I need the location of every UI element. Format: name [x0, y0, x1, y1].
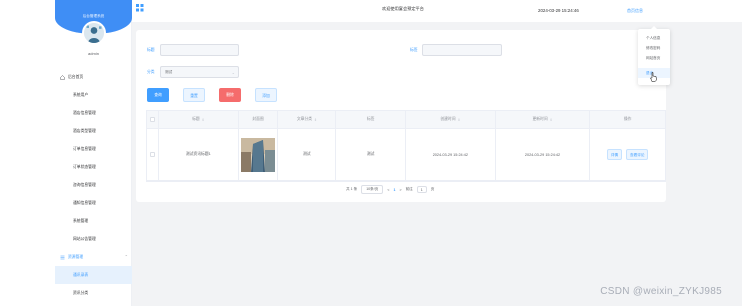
sort-icon[interactable]: ⇕	[458, 118, 461, 122]
page-size-select[interactable]: 10条/页	[361, 185, 384, 194]
row-select-cell	[147, 129, 159, 180]
tag-input[interactable]	[422, 44, 502, 56]
reset-button[interactable]: 重置	[183, 88, 205, 102]
sidebar-item-announcement[interactable]: 网站公告管理	[55, 230, 132, 248]
header-created[interactable]: 创建时间 ⇕	[406, 111, 496, 128]
pagination: 共 1 条 10条/页 < 1 > 前往 1 页	[346, 185, 434, 194]
category-value: 测试	[165, 70, 173, 74]
table-row: 测试资讯标题1 测试 测试 2024-03-29 15:24:42 2024-0…	[147, 129, 665, 181]
datetime: 2024-03-29 15:24:46	[538, 8, 579, 13]
sidebar-item-news-category[interactable]: 资讯分类	[55, 284, 132, 302]
header-updated[interactable]: 更新时间 ⇕	[496, 111, 591, 128]
sidebar-item-resources[interactable]: 资源管理 ⌃	[55, 248, 132, 266]
select-all-cell	[147, 111, 159, 128]
welcome-text: 欢迎使用宴会预定平台	[382, 6, 424, 11]
sidebar-item-label: 资源管理	[68, 255, 84, 259]
title-input[interactable]	[160, 44, 239, 56]
sidebar-item-label: 后台首页	[68, 75, 84, 79]
row-category: 测试	[278, 129, 337, 180]
add-button[interactable]: 添加	[255, 88, 277, 102]
header-tag: 标签	[336, 111, 406, 128]
prev-page-button[interactable]: <	[387, 188, 389, 192]
select-all-checkbox[interactable]	[149, 117, 155, 122]
sort-icon[interactable]: ⇕	[314, 118, 317, 122]
header-title[interactable]: 标题 ⇕	[159, 111, 239, 128]
sidebar-item-order-info[interactable]: 订单信息管理	[55, 140, 132, 158]
sidebar-item-system[interactable]: 系统管理	[55, 212, 132, 230]
row-title: 测试资讯标题1	[159, 129, 239, 180]
sidebar-menu: 后台首页 系统用户 酒店信息管理 酒店类型管理 订单信息管理 订单状态管理 咨询…	[55, 68, 132, 302]
header-actions: 操作	[623, 117, 632, 121]
query-button[interactable]: 查询	[147, 88, 169, 102]
row-cover	[239, 129, 279, 180]
dropdown-item-change-password[interactable]: 修改密码	[638, 43, 670, 53]
sidebar-item-notice[interactable]: 通知信息管理	[55, 194, 132, 212]
sidebar-item-system-users[interactable]: 系统用户	[55, 86, 132, 104]
sidebar-item-contacts[interactable]: 通讯录表	[55, 266, 132, 284]
sidebar: 后台管理系统 admin 后台首页 系统用户 酒店信息管理 酒店类型管理 订单信…	[55, 0, 132, 306]
list-icon	[60, 255, 65, 259]
sidebar-item-order-status[interactable]: 订单状态管理	[55, 158, 132, 176]
sort-icon[interactable]: ⇕	[550, 118, 553, 122]
dropdown-item-profile[interactable]: 个人信息	[638, 33, 670, 43]
hand-cursor-icon	[650, 72, 657, 82]
row-checkbox[interactable]	[149, 152, 155, 157]
next-page-button[interactable]: >	[399, 188, 401, 192]
row-updated: 2024-03-29 15:24:42	[496, 129, 591, 180]
title-label: 标题	[147, 48, 155, 52]
sidebar-item-home[interactable]: 后台首页	[55, 68, 132, 86]
goto-input[interactable]: 1	[416, 186, 427, 193]
tag-label: 标签	[410, 48, 418, 52]
view-comments-button[interactable]: 查看评论	[626, 149, 649, 160]
avatar[interactable]	[82, 21, 106, 45]
header-category[interactable]: 文章分类 ⇕	[278, 111, 337, 128]
row-tag: 测试	[336, 129, 406, 180]
data-table: 标题 ⇕ 封面图 文章分类 ⇕ 标签 创建时间 ⇕ 更新时间 ⇕ 操作 测试资讯标题1 …	[146, 110, 666, 182]
sort-icon[interactable]: ⇕	[202, 118, 205, 122]
row-actions: 详情 查看评论	[590, 129, 665, 180]
category-select[interactable]: 测试 ⌄	[160, 66, 239, 78]
grid-menu-icon[interactable]	[136, 4, 144, 12]
sidebar-item-hotel-type[interactable]: 酒店类型管理	[55, 122, 132, 140]
detail-button[interactable]: 详情	[606, 149, 623, 160]
total-count: 共 1 条	[346, 187, 358, 191]
row-created: 2024-03-29 15:24:42	[406, 129, 496, 180]
page-suffix: 页	[430, 187, 435, 191]
table-header: 标题 ⇕ 封面图 文章分类 ⇕ 标签 创建时间 ⇕ 更新时间 ⇕ 操作	[147, 111, 665, 129]
watermark: CSDN @weixin_ZYKJ985	[600, 286, 722, 297]
delete-button[interactable]: 删除	[219, 88, 241, 102]
top-bar: 欢迎使用宴会预定平台 2024-03-29 15:24:46 首页信息	[132, 0, 742, 22]
category-label: 分类	[147, 70, 155, 74]
sidebar-item-hotel-info[interactable]: 酒店信息管理	[55, 104, 132, 122]
cover-image[interactable]	[241, 137, 276, 172]
home-icon	[60, 74, 65, 80]
current-page[interactable]: 1	[393, 188, 395, 192]
goto-label: 前往	[405, 187, 413, 191]
chevron-down-icon: ⌄	[231, 70, 235, 75]
sidebar-item-consult[interactable]: 咨询信息管理	[55, 176, 132, 194]
username[interactable]: admin	[55, 51, 132, 56]
chevron-up-icon: ⌃	[124, 254, 128, 259]
header-cover: 封面图	[239, 111, 279, 128]
home-info-link[interactable]: 首页信息	[627, 8, 643, 14]
brand-title: 后台管理系统	[82, 14, 105, 18]
dropdown-item-site-home[interactable]: 网站首页	[638, 53, 670, 63]
